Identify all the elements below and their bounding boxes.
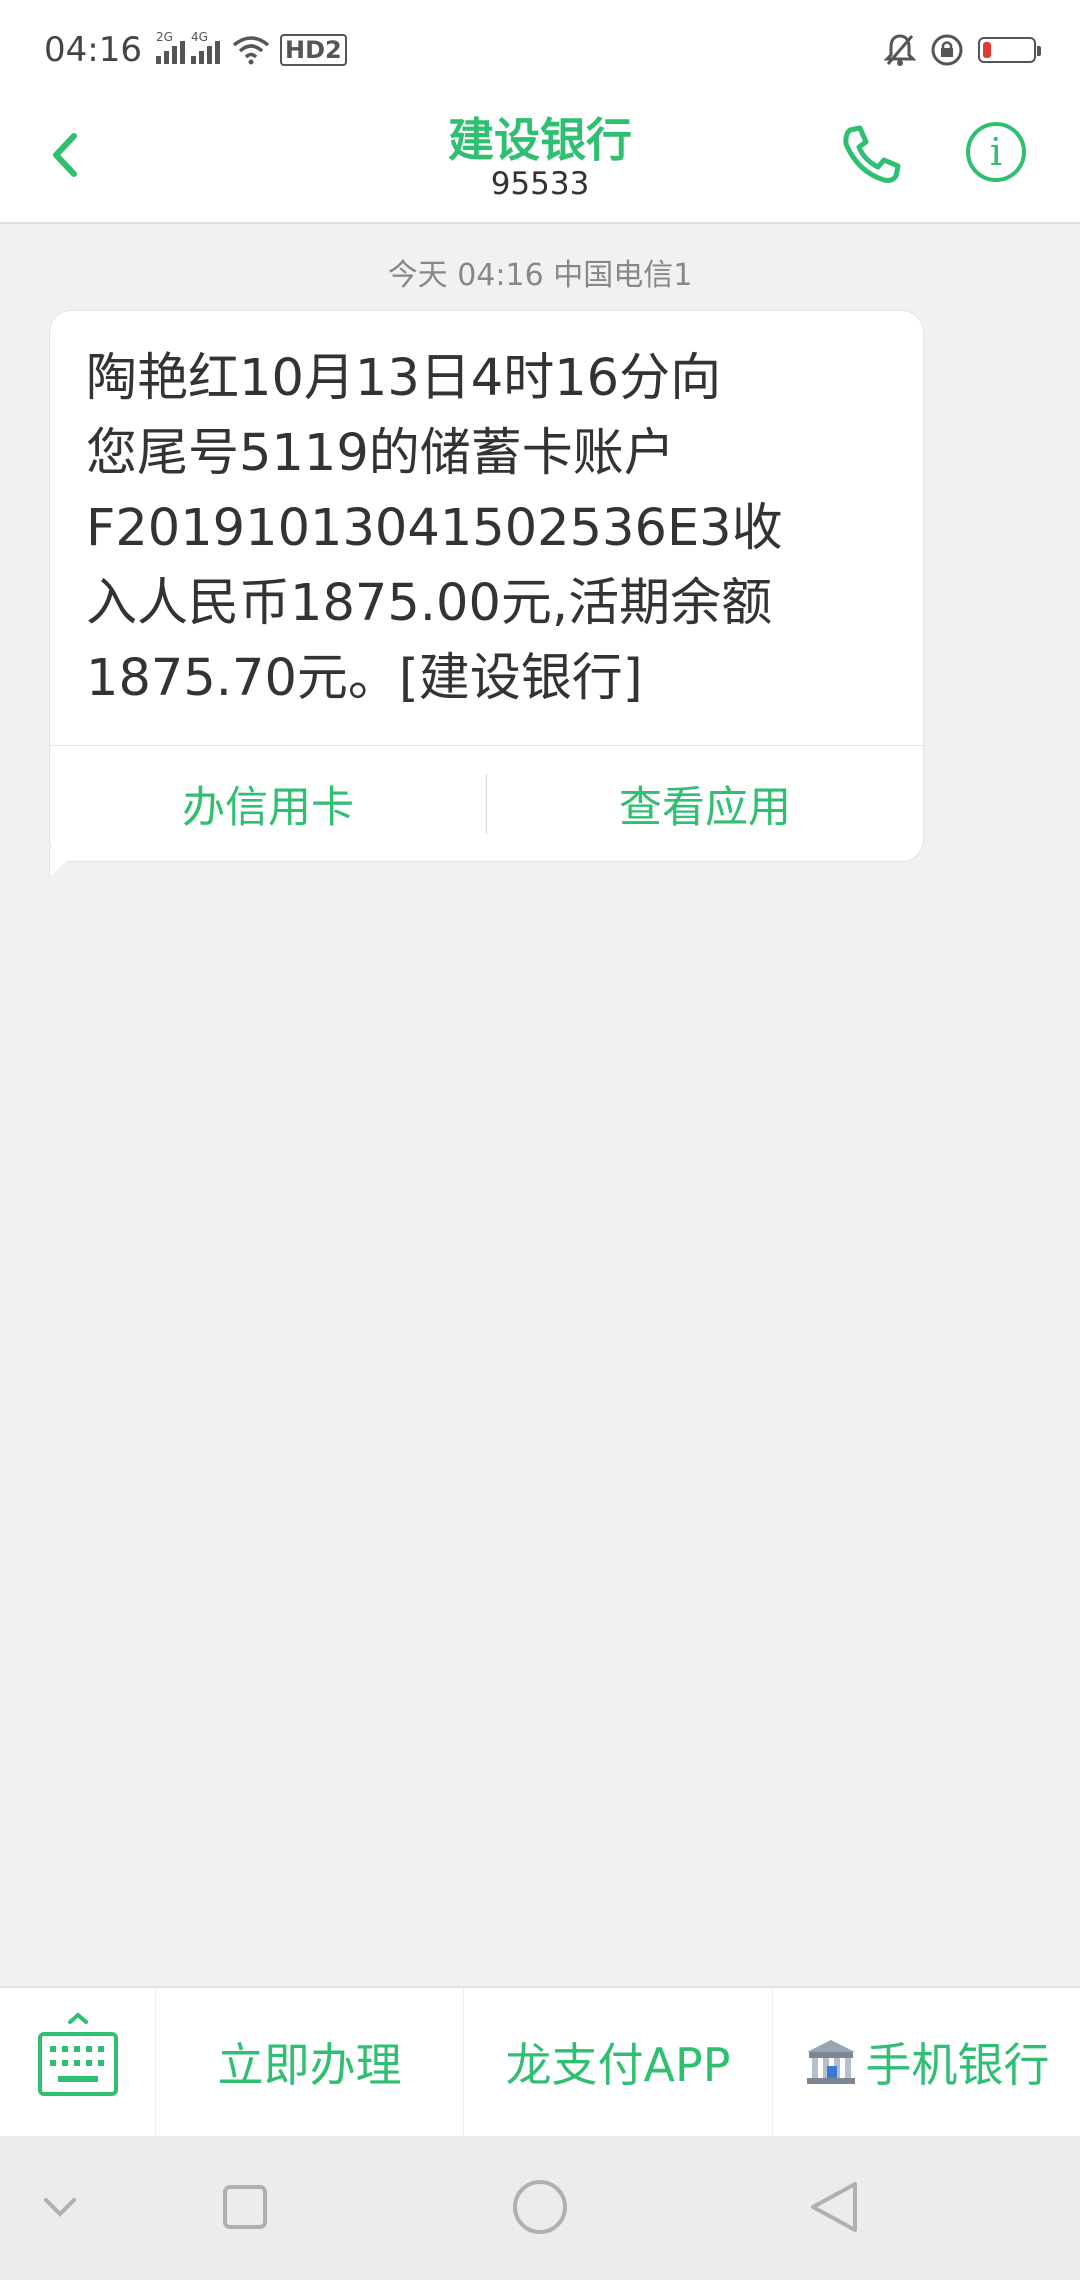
battery-level (983, 42, 991, 58)
status-indicators: 2G 4G HD2 (155, 30, 347, 66)
menu-mobile-banking-label: 手机银行 (865, 2038, 1050, 2092)
view-app-button[interactable]: 查看应用 (487, 773, 923, 835)
status-time: 04:16 (44, 30, 142, 70)
status-right-icons (884, 33, 1041, 67)
wifi-icon (232, 36, 270, 65)
conversation-header: 建设银行 95533 i (0, 100, 1080, 224)
phone-icon[interactable] (836, 120, 906, 190)
home-icon[interactable] (510, 2172, 570, 2242)
status-bar: 04:16 2G 4G HD2 (0, 0, 1080, 100)
menu-long-pay-app-label: 龙支付APP (505, 2038, 731, 2092)
message-actions: 办信用卡 查看应用 (50, 745, 923, 861)
contact-name: 建设银行 (448, 113, 632, 167)
recents-icon[interactable] (220, 2172, 270, 2242)
contact-number: 95533 (490, 166, 590, 202)
message-bubble[interactable]: 陶艳红10月13日4时16分向 您尾号5119的储蓄卡账户 F201910130… (49, 310, 924, 862)
message-timestamp: 今天 04:16 中国电信1 (387, 258, 693, 293)
rotation-lock-icon (931, 34, 963, 66)
signal-2g-icon: 2G (155, 30, 185, 64)
message-text: 陶艳红10月13日4时16分向 您尾号5119的储蓄卡账户 F201910130… (86, 349, 783, 708)
sms-conversation-screen: 04:16 2G 4G HD2 建设银行 95533 i 今天 04:16 中国… (0, 0, 1080, 2280)
bottom-menu: 立即办理 龙支付APP 手机银行 (0, 1986, 1080, 2138)
back-icon[interactable] (805, 2172, 865, 2242)
menu-mobile-banking[interactable]: 手机银行 (773, 1988, 1080, 2136)
battery-icon (978, 37, 1041, 63)
bank-icon (807, 2040, 856, 2084)
mute-bell-icon (884, 34, 916, 66)
keyboard-icon (38, 2012, 118, 2096)
hd-voice-icon: HD2 (279, 34, 347, 66)
menu-apply-now-label: 立即办理 (217, 2038, 402, 2092)
signal-4g-icon: 4G (190, 30, 220, 64)
system-nav-bar (0, 2136, 1080, 2280)
apply-credit-card-button[interactable]: 办信用卡 (50, 773, 486, 835)
keyboard-toggle-button[interactable] (0, 1988, 156, 2138)
menu-long-pay-app[interactable]: 龙支付APP (464, 1988, 773, 2136)
info-icon[interactable]: i (966, 122, 1026, 182)
collapse-icon[interactable] (40, 2172, 80, 2242)
menu-apply-now[interactable]: 立即办理 (156, 1988, 465, 2136)
bubble-tail (49, 848, 79, 878)
